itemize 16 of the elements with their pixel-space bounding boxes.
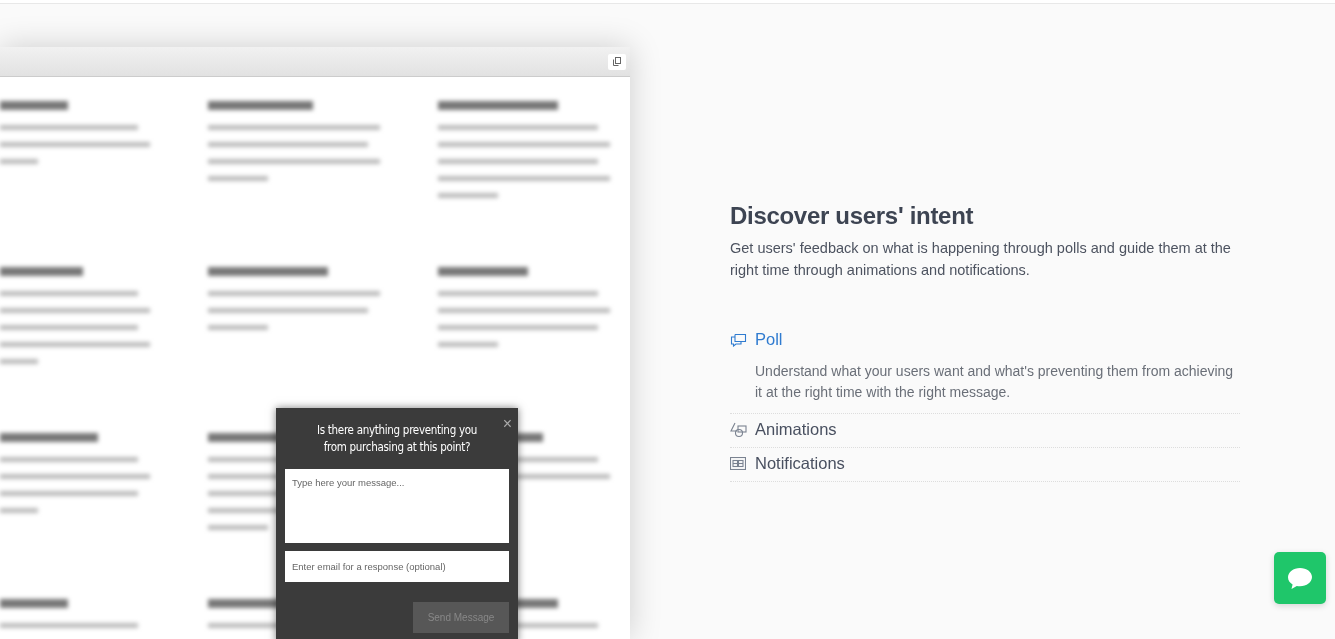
popup-title: Is there anything preventing you from purchasing at this point?: [316, 422, 478, 456]
feature-tab[interactable]: Poll: [730, 330, 783, 349]
feature-tab[interactable]: Notifications: [730, 454, 845, 473]
section-title: Discover users' intent: [730, 201, 975, 231]
speech-bubble-icon: [1287, 566, 1313, 590]
shapes-icon: [730, 421, 747, 438]
email-field[interactable]: Enter email for a response (optional): [285, 551, 509, 582]
panel-icon: [730, 457, 746, 470]
chat-bubbles-icon: [730, 332, 747, 347]
feature-description: Understand what your users want and what's preventing them from achieving it at the right time with the right message.: [755, 362, 1235, 402]
close-button[interactable]: ×: [500, 416, 514, 432]
chat-button[interactable]: [1274, 552, 1326, 604]
message-field[interactable]: Type here your message...: [285, 469, 509, 543]
copy-icon: [608, 53, 626, 70]
section-description: Get users' feedback on what is happening through polls and guide them at the right time through animations and notifications.: [730, 239, 1232, 280]
feature-tab[interactable]: Animations: [730, 420, 837, 439]
